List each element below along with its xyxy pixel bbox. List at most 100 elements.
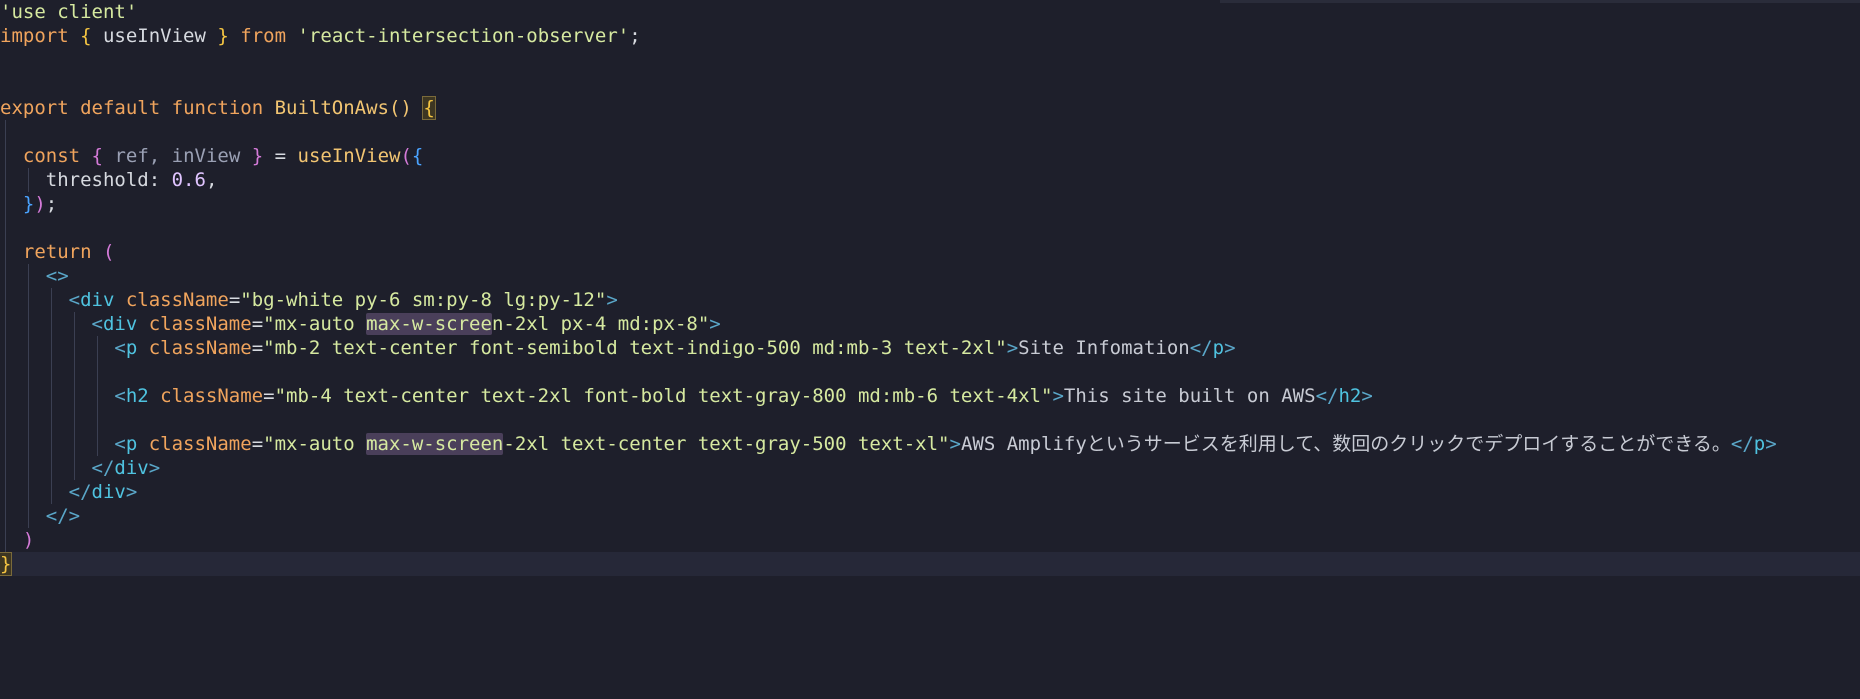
code-token: div xyxy=(102,313,138,335)
code-token: } xyxy=(251,145,264,167)
code-line[interactable]: } xyxy=(0,552,1860,576)
code-token: = xyxy=(251,313,264,335)
code-token: } xyxy=(217,25,229,47)
code-line[interactable]: ) xyxy=(0,528,34,552)
code-token: > xyxy=(125,481,138,503)
code-token: className xyxy=(137,337,252,359)
code-token: default xyxy=(80,97,161,119)
code-token: </ xyxy=(68,481,92,503)
code-token: className xyxy=(114,289,229,311)
code-token: h2 xyxy=(1338,385,1362,407)
code-line[interactable]: <> xyxy=(0,264,69,288)
code-token: </ xyxy=(91,457,115,479)
code-token: return xyxy=(22,241,92,263)
code-token: "bg-white py-6 sm:py-8 lg:py-12" xyxy=(240,289,607,311)
code-token: ; xyxy=(629,25,641,47)
code-token: This site built on AWS xyxy=(1063,385,1316,407)
code-token: </> xyxy=(45,505,81,527)
code-token: Site Infomation xyxy=(1018,337,1190,359)
code-token: > xyxy=(606,289,618,311)
code-token: useInView xyxy=(297,145,401,167)
code-token: useInView xyxy=(91,25,218,47)
code-token: } xyxy=(22,193,35,215)
code-token: "mx-auto xyxy=(263,433,367,455)
code-line[interactable]: import { useInView } from 'react-interse… xyxy=(0,24,641,48)
code-token: < xyxy=(114,337,126,359)
code-token: className xyxy=(137,313,252,335)
code-token: = xyxy=(251,337,264,359)
code-line[interactable]: return ( xyxy=(0,240,115,264)
code-line[interactable]: const { ref, inView } = useInView({ xyxy=(0,144,423,168)
code-token: < xyxy=(114,433,126,455)
code-line[interactable]: <div className="mx-auto max-w-screen-2xl… xyxy=(0,312,721,336)
code-line[interactable]: 'use client' xyxy=(0,0,137,24)
code-token: className xyxy=(137,433,252,455)
code-token: < xyxy=(91,313,103,335)
code-token: "mx-auto xyxy=(263,313,367,335)
code-token: ( xyxy=(102,241,115,263)
code-token: p xyxy=(125,433,138,455)
code-token: div xyxy=(114,457,149,479)
code-token: -2xl text-center text-gray-500 text-xl" xyxy=(503,433,950,455)
code-token: > xyxy=(1224,337,1236,359)
code-token: max-w-screen xyxy=(366,433,504,455)
code-line[interactable]: <h2 className="mb-4 text-center text-2xl… xyxy=(0,384,1372,408)
code-line[interactable]: <p className="mb-2 text-center font-semi… xyxy=(0,336,1236,360)
code-token: const xyxy=(22,145,81,167)
code-token: () xyxy=(388,97,412,119)
code-token: ; xyxy=(45,193,58,215)
code-token: { xyxy=(422,96,436,120)
code-line[interactable]: threshold: 0.6, xyxy=(0,168,218,192)
code-token: 0.6 xyxy=(171,169,206,191)
code-token: { xyxy=(80,25,92,47)
code-token: AWS Amplifyというサービスを利用して、数回のクリックでデプロイすること… xyxy=(960,433,1731,455)
code-token: 'react-intersection-observer' xyxy=(297,25,630,47)
code-token: from xyxy=(240,25,287,47)
code-token: 'use client' xyxy=(0,1,138,23)
code-token: = xyxy=(251,433,264,455)
code-token: threshold xyxy=(0,169,149,191)
code-token: { xyxy=(411,145,424,167)
code-line[interactable]: }); xyxy=(0,192,57,216)
code-line[interactable]: <div className="bg-white py-6 sm:py-8 lg… xyxy=(0,288,618,312)
code-token: BuiltOnAws xyxy=(274,97,389,119)
code-editor[interactable]: 'use client' import { useInView } from 'r… xyxy=(0,0,1860,699)
code-token: </ xyxy=(1315,385,1339,407)
code-token: < xyxy=(68,289,81,311)
code-token: h2 xyxy=(125,385,149,407)
code-token: , xyxy=(205,169,218,191)
code-token: < xyxy=(114,385,126,407)
code-token: <> xyxy=(45,265,69,287)
code-token: > xyxy=(949,433,961,455)
editor-top-edge xyxy=(1220,0,1860,3)
code-line[interactable]: </> xyxy=(0,504,80,528)
code-token: max-w-scree xyxy=(366,313,492,335)
code-token: > xyxy=(1006,337,1019,359)
code-token: } xyxy=(0,552,13,576)
code-line[interactable]: <p className="mx-auto max-w-screen-2xl t… xyxy=(0,432,1777,456)
code-token: import xyxy=(0,25,69,47)
code-line[interactable]: </div> xyxy=(0,456,161,480)
code-token: ( xyxy=(400,145,412,167)
code-token: : xyxy=(148,169,172,191)
code-line[interactable]: export default function BuiltOnAws() { xyxy=(0,96,436,120)
code-line[interactable]: </div> xyxy=(0,480,138,504)
code-token: n-2xl px-4 md:px-8" xyxy=(491,313,710,335)
code-token: </ xyxy=(1189,337,1213,359)
